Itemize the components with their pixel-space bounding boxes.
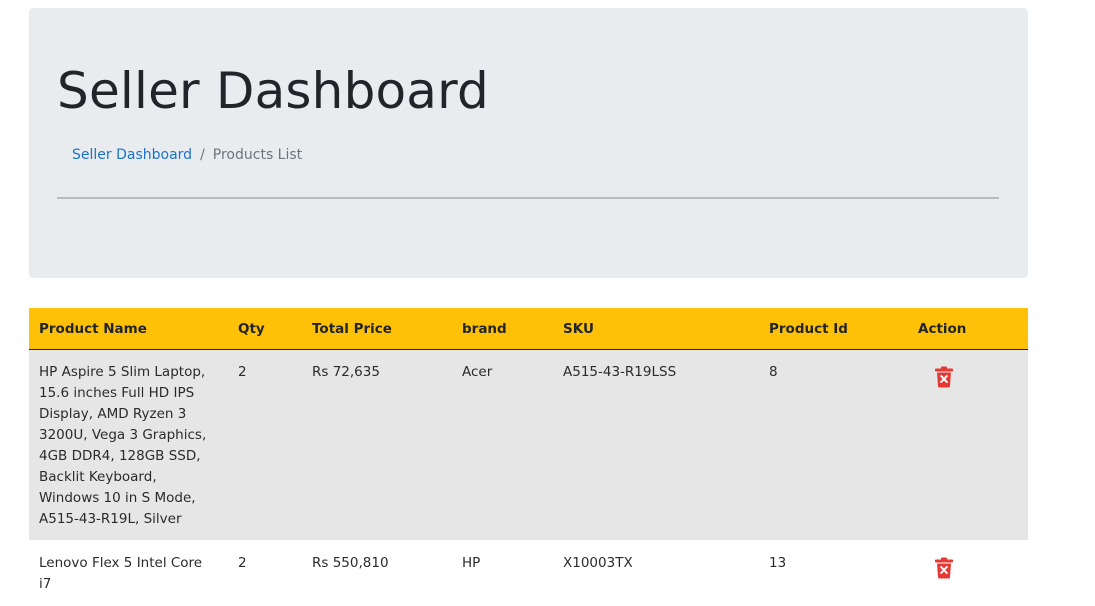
column-header-qty: Qty (228, 308, 302, 350)
page-header: Seller Dashboard Seller Dashboard / Prod… (29, 8, 1028, 278)
page-title: Seller Dashboard (57, 62, 489, 120)
cell-product-id: 8 (759, 349, 908, 541)
cell-product-name: Lenovo Flex 5 Intel Core i7 (29, 540, 228, 606)
column-header-action: Action (908, 308, 1028, 350)
cell-total-price: Rs 550,810 (302, 540, 452, 606)
column-header-sku: SKU (553, 308, 759, 350)
cell-sku: A515-43-R19LSS (553, 349, 759, 541)
column-header-total-price: Total Price (302, 308, 452, 350)
cell-sku: X10003TX (553, 540, 759, 606)
table-row: HP Aspire 5 Slim Laptop, 15.6 inches Ful… (29, 349, 1028, 541)
breadcrumb-current: Products List (212, 147, 303, 163)
cell-total-price: Rs 72,635 (302, 349, 452, 541)
products-table: Product Name Qty Total Price brand SKU P… (29, 308, 1028, 606)
cell-action (908, 540, 1028, 606)
cell-qty: 2 (228, 540, 302, 606)
table-header-row: Product Name Qty Total Price brand SKU P… (29, 308, 1028, 350)
column-header-product-name: Product Name (29, 308, 228, 350)
cell-product-id: 13 (759, 540, 908, 606)
header-divider (57, 197, 999, 199)
trash-x-icon[interactable] (934, 557, 954, 579)
table-row: Lenovo Flex 5 Intel Core i7 2 Rs 550,810… (29, 540, 1028, 606)
trash-x-icon[interactable] (934, 366, 954, 388)
column-header-brand: brand (452, 308, 553, 350)
cell-brand: HP (452, 540, 553, 606)
cell-action (908, 349, 1028, 541)
products-table-container: Product Name Qty Total Price brand SKU P… (29, 308, 1028, 606)
breadcrumb-separator: / (200, 147, 205, 163)
column-header-product-id: Product Id (759, 308, 908, 350)
cell-qty: 2 (228, 349, 302, 541)
breadcrumb: Seller Dashboard / Products List (72, 145, 302, 165)
cell-brand: Acer (452, 349, 553, 541)
cell-product-name: HP Aspire 5 Slim Laptop, 15.6 inches Ful… (29, 349, 228, 541)
breadcrumb-link-seller-dashboard[interactable]: Seller Dashboard (72, 145, 192, 165)
